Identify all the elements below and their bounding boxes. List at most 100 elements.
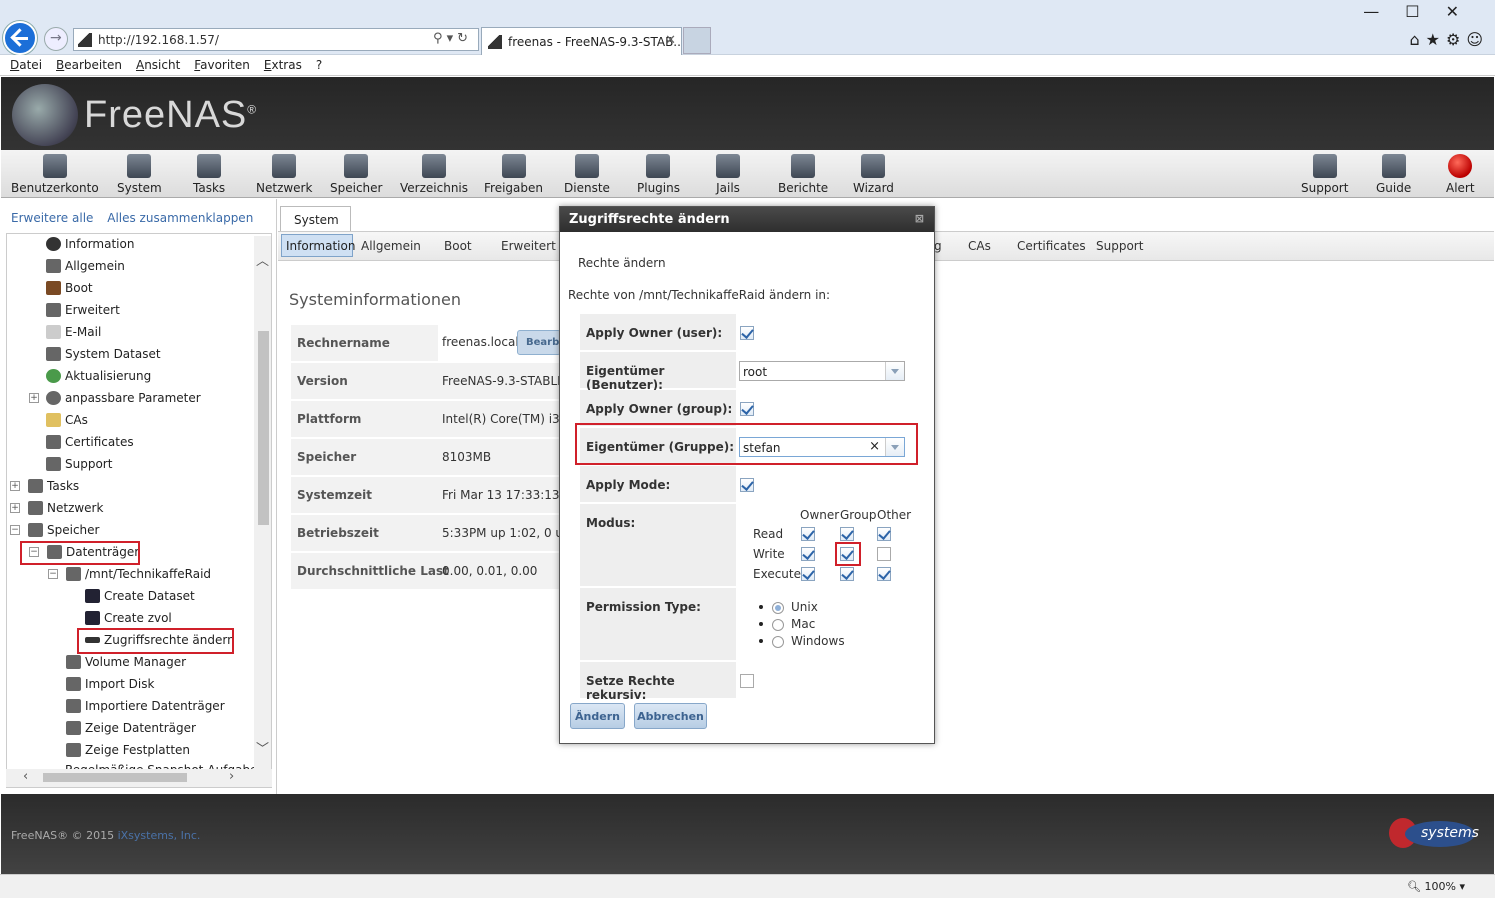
tree-item-volume[interactable]: /mnt/TechnikaffeRaid [66,563,211,585]
expand-icon[interactable]: + [10,503,20,513]
read-other-checkbox[interactable] [877,527,891,541]
collapse-all-link[interactable]: Alles zusammenklappen [107,211,253,225]
toolbar-system[interactable]: System [117,154,162,195]
apply-mode-checkbox[interactable] [740,478,754,492]
forward-button[interactable] [44,27,68,51]
tree-scroll-thumb[interactable] [258,331,269,525]
subtab-erweitert[interactable]: Erweitert [501,239,556,253]
toolbar-speicher[interactable]: Speicher [330,154,382,195]
radio-mac[interactable] [772,619,784,631]
toolbar-support[interactable]: Support [1301,154,1348,195]
browser-tab[interactable]: freenas - FreeNAS-9.3-STAB... ✕ [481,27,682,55]
tree-item-volume-manager[interactable]: Volume Manager [66,651,186,673]
toolbar-wizard[interactable]: Wizard [853,154,894,195]
zoom-level[interactable]: 🔍︎ 100% ▾ [1407,880,1465,893]
scroll-down-icon[interactable]: ﹀ [256,738,269,757]
write-other-checkbox[interactable] [877,547,891,561]
tree-item-aktualisierung[interactable]: Aktualisierung [46,365,151,387]
subtab-support[interactable]: Support [1096,239,1143,253]
toolbar-verzeichnis[interactable]: Verzeichnis [400,154,468,195]
browser-toolbar-icons[interactable]: ⌂★⚙☺ [1409,30,1489,49]
subtab-information[interactable]: Information [281,234,355,257]
tree-item-cas[interactable]: CAs [46,409,88,431]
expand-icon[interactable]: + [10,481,20,491]
cancel-button[interactable]: Abbrechen [634,703,707,729]
tree-item-system-dataset[interactable]: System Dataset [46,343,161,365]
radio-unix[interactable] [772,602,784,614]
recursive-checkbox[interactable] [740,674,754,688]
execute-other-checkbox[interactable] [877,567,891,581]
tab-system[interactable]: System [280,206,351,232]
tree-item-tasks[interactable]: Tasks [28,475,79,497]
toolbar-freigaben[interactable]: Freigaben [484,154,543,195]
tree-item-information[interactable]: Information [46,233,134,255]
info-value: Intel(R) Core(TM) i3- [442,412,559,426]
subtab-boot[interactable]: Boot [444,239,472,253]
toolbar-benutzerkonto[interactable]: Benutzerkonto [11,154,99,195]
tree-item-speicher[interactable]: Speicher [28,519,99,541]
tree-item-support[interactable]: Support [46,453,112,475]
subtab-allgemein[interactable]: Allgemein [361,239,421,253]
radio-windows[interactable] [772,636,784,648]
tree-item-boot[interactable]: Boot [46,277,93,299]
bullet [759,622,763,626]
tree-item-anpassbare-parameter[interactable]: anpassbare Parameter [46,387,201,409]
menu-bearbeiten[interactable]: Bearbeiten [56,55,122,72]
toolbar-plugins[interactable]: Plugins [637,154,680,195]
new-tab-button[interactable] [683,27,711,54]
scroll-left-icon[interactable]: ‹ [23,769,28,784]
tree-item-erweitert[interactable]: Erweitert [46,299,120,321]
menu-datei[interactable]: Datei [10,55,42,72]
menu-favoriten[interactable]: Favoriten [194,55,250,72]
read-group-checkbox[interactable] [840,527,854,541]
tree-hscroll-thumb[interactable] [43,773,187,782]
scroll-right-icon[interactable]: › [229,769,234,784]
tree-item-netzwerk[interactable]: Netzwerk [28,497,103,519]
submit-button[interactable]: Ändern [570,703,625,729]
tree-item-importiere-datentraeger[interactable]: Importiere Datenträger [66,695,225,717]
expand-all-link[interactable]: Erweitere alle [11,211,93,225]
toolbar-alert[interactable]: Alert [1446,154,1475,195]
apply-owner-group-checkbox[interactable] [740,402,754,416]
write-owner-checkbox[interactable] [801,547,815,561]
execute-group-checkbox[interactable] [840,567,854,581]
tree-item-create-zvol[interactable]: Create zvol [85,607,172,629]
menu-ansicht[interactable]: Ansicht [136,55,180,72]
close-icon[interactable]: ⊠ [915,212,924,225]
expand-icon[interactable]: + [29,393,39,403]
tree-item-email[interactable]: E-Mail [46,321,101,343]
tree-item-allgemein[interactable]: Allgemein [46,255,125,277]
toolbar-netzwerk[interactable]: Netzwerk [256,154,312,195]
tree-item-certificates[interactable]: Certificates [46,431,134,453]
back-button[interactable] [3,21,37,55]
read-owner-checkbox[interactable] [801,527,815,541]
tree-item-zeige-festplatten[interactable]: Zeige Festplatten [66,739,190,761]
address-bar[interactable]: http://192.168.1.57/ ⚲▾↻ [73,28,479,51]
scroll-up-icon[interactable]: ︿ [256,250,269,269]
toolbar-guide[interactable]: Guide [1376,154,1411,195]
collapse-icon[interactable]: − [48,569,58,579]
owner-user-select[interactable]: root [739,361,905,381]
subtab-certificates[interactable]: Certificates [1017,239,1086,253]
chevron-down-icon[interactable] [885,362,904,380]
apply-owner-user-checkbox[interactable] [740,326,754,340]
collapse-icon[interactable]: − [10,525,20,535]
subtab-partial[interactable]: g [934,239,942,253]
edit-button[interactable]: Bearbeiten [517,330,561,355]
tree-item-zeige-datentraeger[interactable]: Zeige Datenträger [66,717,196,739]
toolbar-berichte[interactable]: Berichte [778,154,828,195]
dialog-tab[interactable]: Rechte ändern [578,256,666,270]
tree-item-create-dataset[interactable]: Create Dataset [85,585,195,607]
toolbar-jails[interactable]: Jails [716,154,740,195]
ixsystems-link[interactable]: iXsystems, Inc. [118,829,201,842]
menu-help[interactable]: ? [316,55,322,72]
execute-owner-checkbox[interactable] [801,567,815,581]
tree-item-import-disk[interactable]: Import Disk [66,673,154,695]
menu-extras[interactable]: Extras [264,55,302,72]
toolbar-tasks[interactable]: Tasks [193,154,225,195]
close-tab-icon[interactable]: ✕ [665,33,676,48]
search-refresh-icons[interactable]: ⚲▾↻ [433,31,472,46]
toolbar-dienste[interactable]: Dienste [564,154,610,195]
subtab-cas[interactable]: CAs [968,239,991,253]
window-controls[interactable]: —☐✕ [1363,2,1485,21]
